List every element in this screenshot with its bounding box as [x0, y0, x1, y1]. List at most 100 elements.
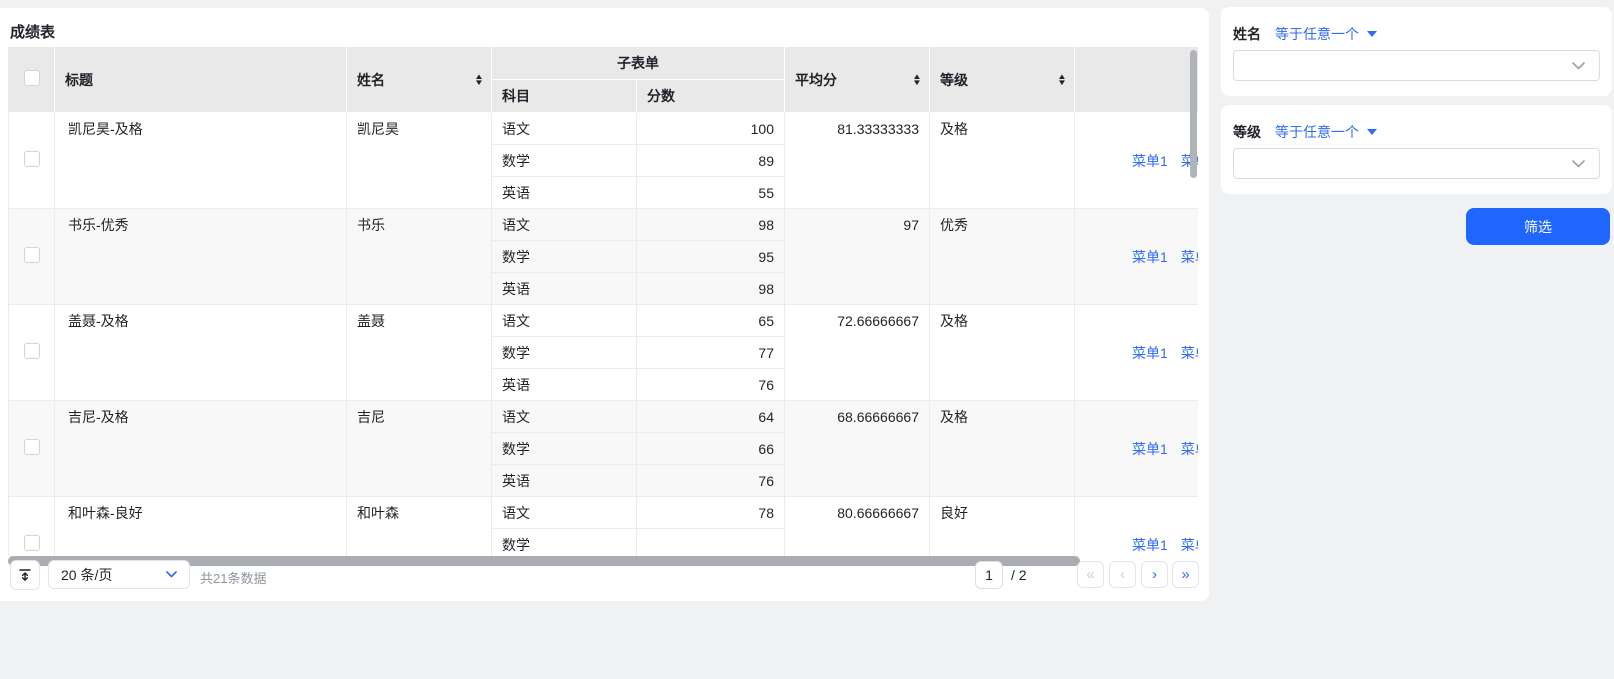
grade-table-card: 成绩表 标题 姓名▲▼ 子表单 平均分▲▼ 等级▲▼: [0, 8, 1209, 601]
row-action-menu1-link[interactable]: 菜单1: [1132, 153, 1168, 169]
level-filter-operator[interactable]: 等于任意一个: [1275, 122, 1377, 142]
row-checkbox[interactable]: [24, 439, 40, 455]
score-cell: 55: [637, 177, 785, 209]
row-action-menu1-link[interactable]: 菜单1: [1132, 441, 1168, 457]
col-header-subform: 子表单: [492, 47, 785, 80]
row-avg-cell: 72.66666667: [785, 305, 930, 401]
row-level-cell: 良好: [930, 497, 1075, 556]
last-page-icon: »: [1181, 566, 1189, 583]
table-row: 书乐-优秀书乐语文9897优秀菜单1菜单2: [8, 209, 1198, 241]
level-filter-label: 等级: [1233, 122, 1261, 142]
subject-cell: 语文: [492, 497, 637, 529]
row-checkbox-cell: [8, 305, 55, 401]
row-actions-cell: 菜单1 菜单2: [1075, 305, 1198, 401]
table-row: 吉尼-及格吉尼语文6468.66666667及格菜单1菜单2: [8, 401, 1198, 433]
row-checkbox[interactable]: [24, 535, 40, 551]
row-checkbox-cell: [8, 209, 55, 305]
name-filter-select[interactable]: [1233, 50, 1600, 81]
col-header-subject: 科目: [492, 80, 637, 113]
prev-page-icon: ‹: [1120, 566, 1125, 583]
row-checkbox[interactable]: [24, 247, 40, 263]
table-row: 凯尼昊-及格凯尼昊语文10081.33333333及格菜单1菜单2: [8, 113, 1198, 145]
row-title-cell: 吉尼-及格: [55, 401, 347, 497]
score-cell: 100: [637, 113, 785, 145]
row-checkbox[interactable]: [24, 343, 40, 359]
col-header-actions: [1075, 47, 1198, 113]
score-cell: 76: [637, 369, 785, 401]
first-page-button[interactable]: «: [1077, 561, 1104, 588]
back-to-top-button[interactable]: [10, 560, 40, 590]
subject-cell: 语文: [492, 305, 637, 337]
row-name-cell: 盖聂: [347, 305, 492, 401]
subject-cell: 英语: [492, 465, 637, 497]
name-filter-card: 姓名 等于任意一个: [1221, 7, 1612, 96]
first-page-icon: «: [1086, 566, 1094, 583]
filter-submit-button[interactable]: 筛选: [1466, 208, 1610, 245]
score-cell: 98: [637, 273, 785, 305]
row-level-cell: 及格: [930, 305, 1075, 401]
row-level-cell: 及格: [930, 113, 1075, 209]
subject-cell: 语文: [492, 113, 637, 145]
row-name-cell: 书乐: [347, 209, 492, 305]
col-header-level: 等级▲▼: [930, 47, 1075, 113]
row-avg-cell: 68.66666667: [785, 401, 930, 497]
chevron-down-icon: [1572, 62, 1585, 70]
last-page-button[interactable]: »: [1172, 561, 1199, 588]
subject-cell: 数学: [492, 337, 637, 369]
row-checkbox[interactable]: [24, 151, 40, 167]
col-header-avg: 平均分▲▼: [785, 47, 930, 113]
caret-down-icon: [1367, 129, 1377, 135]
row-level-cell: 及格: [930, 401, 1075, 497]
row-action-menu2-link[interactable]: 菜单2: [1181, 537, 1198, 553]
score-cell: 64: [637, 401, 785, 433]
col-header-score: 分数: [637, 80, 785, 113]
score-cell: [637, 529, 785, 556]
select-all-checkbox[interactable]: [24, 70, 40, 86]
prev-page-button[interactable]: ‹: [1109, 561, 1136, 588]
row-name-cell: 吉尼: [347, 401, 492, 497]
table-body: 凯尼昊-及格凯尼昊语文10081.33333333及格菜单1菜单2数学89英语5…: [8, 113, 1198, 556]
col-header-name: 姓名▲▼: [347, 47, 492, 113]
score-cell: 95: [637, 241, 785, 273]
row-action-menu1-link[interactable]: 菜单1: [1132, 345, 1168, 361]
table-row: 和叶森-良好和叶森语文7880.66666667良好菜单1菜单2: [8, 497, 1198, 529]
score-cell: 98: [637, 209, 785, 241]
col-header-title: 标题: [55, 47, 347, 113]
sort-icon[interactable]: ▲▼: [1057, 74, 1067, 86]
row-actions-cell: 菜单1 菜单2: [1075, 497, 1198, 556]
row-action-menu1-link[interactable]: 菜单1: [1132, 537, 1168, 553]
subject-cell: 语文: [492, 209, 637, 241]
table-header: 标题 姓名▲▼ 子表单 平均分▲▼ 等级▲▼ 科目 分数: [8, 47, 1198, 113]
subject-cell: 数学: [492, 145, 637, 177]
name-filter-operator[interactable]: 等于任意一个: [1275, 24, 1377, 44]
vertical-scrollbar[interactable]: [1190, 50, 1197, 178]
sort-icon[interactable]: ▲▼: [912, 74, 922, 86]
name-filter-label: 姓名: [1233, 24, 1261, 44]
row-checkbox-cell: [8, 497, 55, 556]
row-title-cell: 和叶森-良好: [55, 497, 347, 556]
subject-cell: 数学: [492, 529, 637, 556]
row-action-menu2-link[interactable]: 菜单2: [1181, 345, 1198, 361]
row-level-cell: 优秀: [930, 209, 1075, 305]
grade-table: 标题 姓名▲▼ 子表单 平均分▲▼ 等级▲▼ 科目 分数 凯尼昊-及格凯尼昊语文…: [8, 47, 1198, 556]
page-size-select[interactable]: 20 条/页: [48, 560, 190, 589]
next-page-button[interactable]: ›: [1141, 561, 1168, 588]
subject-cell: 数学: [492, 241, 637, 273]
total-pages-label: / 2: [1011, 567, 1027, 583]
next-page-icon: ›: [1152, 566, 1157, 583]
current-page-input[interactable]: 1: [975, 561, 1003, 589]
subject-cell: 数学: [492, 433, 637, 465]
back-to-top-icon: [18, 568, 32, 582]
subject-cell: 英语: [492, 273, 637, 305]
chevron-down-icon: [1572, 160, 1585, 168]
score-cell: 89: [637, 145, 785, 177]
row-action-menu1-link[interactable]: 菜单1: [1132, 249, 1168, 265]
score-cell: 66: [637, 433, 785, 465]
total-count-label: 共21条数据: [200, 568, 266, 587]
row-action-menu2-link[interactable]: 菜单2: [1181, 441, 1198, 457]
sort-icon[interactable]: ▲▼: [474, 74, 484, 86]
row-actions-cell: 菜单1 菜单2: [1075, 401, 1198, 497]
level-filter-select[interactable]: [1233, 148, 1600, 179]
row-action-menu2-link[interactable]: 菜单2: [1181, 249, 1198, 265]
table-viewport: 标题 姓名▲▼ 子表单 平均分▲▼ 等级▲▼ 科目 分数 凯尼昊-及格凯尼昊语文…: [8, 47, 1198, 556]
